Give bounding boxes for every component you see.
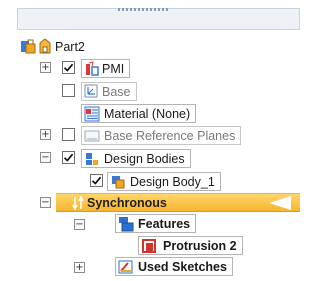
- base-label[interactable]: Base: [81, 82, 137, 101]
- part-file-icon: [37, 38, 53, 54]
- design-body-1-label[interactable]: Design Body_1: [107, 172, 221, 191]
- used-sketches-text: Used Sketches: [138, 259, 227, 274]
- design-bodies-expander[interactable]: −: [40, 152, 51, 163]
- reference-planes-icon: [84, 128, 100, 144]
- part-root-label[interactable]: Part2: [52, 37, 91, 56]
- design-bodies-checkbox[interactable]: [62, 151, 75, 164]
- design-bodies-text: Design Bodies: [104, 151, 185, 166]
- features-expander[interactable]: −: [74, 219, 85, 230]
- pmi-checkbox[interactable]: [62, 61, 75, 74]
- features-label[interactable]: Features: [115, 214, 197, 233]
- synchronous-icon: [70, 195, 86, 211]
- synchronous-expander[interactable]: −: [40, 197, 51, 208]
- splitter-grip[interactable]: [118, 8, 168, 11]
- base-ref-planes-text: Base Reference Planes: [104, 128, 236, 143]
- features-icon: [118, 216, 134, 232]
- pmi-expander[interactable]: +: [40, 62, 51, 73]
- part-root-text: Part2: [55, 39, 85, 54]
- pmi-icon: [84, 60, 100, 77]
- features-text: Features: [138, 216, 191, 231]
- pmi-label[interactable]: PMI: [81, 59, 131, 78]
- pathfinder-header: [17, 8, 300, 30]
- protrusion-icon: [141, 238, 157, 254]
- material-table-icon: [84, 106, 100, 122]
- used-sketches-expander[interactable]: +: [74, 262, 85, 273]
- collapse-arrow-icon[interactable]: [269, 196, 291, 210]
- sketch-icon: [118, 259, 134, 275]
- protrusion-2-label[interactable]: Protrusion 2: [138, 236, 243, 255]
- part-icon: [20, 38, 36, 54]
- coordinate-system-icon: [84, 84, 100, 100]
- design-body-1-checkbox[interactable]: [90, 174, 103, 187]
- material-label[interactable]: Material (None): [81, 104, 197, 123]
- design-body-1-text: Design Body_1: [130, 174, 215, 189]
- synchronous-label[interactable]: Synchronous: [87, 193, 167, 212]
- synchronous-text: Synchronous: [87, 195, 167, 210]
- material-text: Material (None): [104, 106, 191, 121]
- design-body-icon: [110, 174, 126, 190]
- base-text: Base: [102, 84, 131, 99]
- design-bodies-icon: [84, 151, 100, 167]
- base-ref-planes-expander[interactable]: +: [40, 129, 51, 140]
- base-ref-planes-checkbox[interactable]: [62, 128, 75, 141]
- protrusion-2-text: Protrusion 2: [163, 238, 237, 253]
- design-bodies-label[interactable]: Design Bodies: [81, 149, 191, 168]
- pmi-text: PMI: [102, 61, 125, 76]
- base-checkbox[interactable]: [62, 84, 75, 97]
- base-ref-planes-label[interactable]: Base Reference Planes: [81, 126, 242, 145]
- used-sketches-label[interactable]: Used Sketches: [115, 257, 233, 276]
